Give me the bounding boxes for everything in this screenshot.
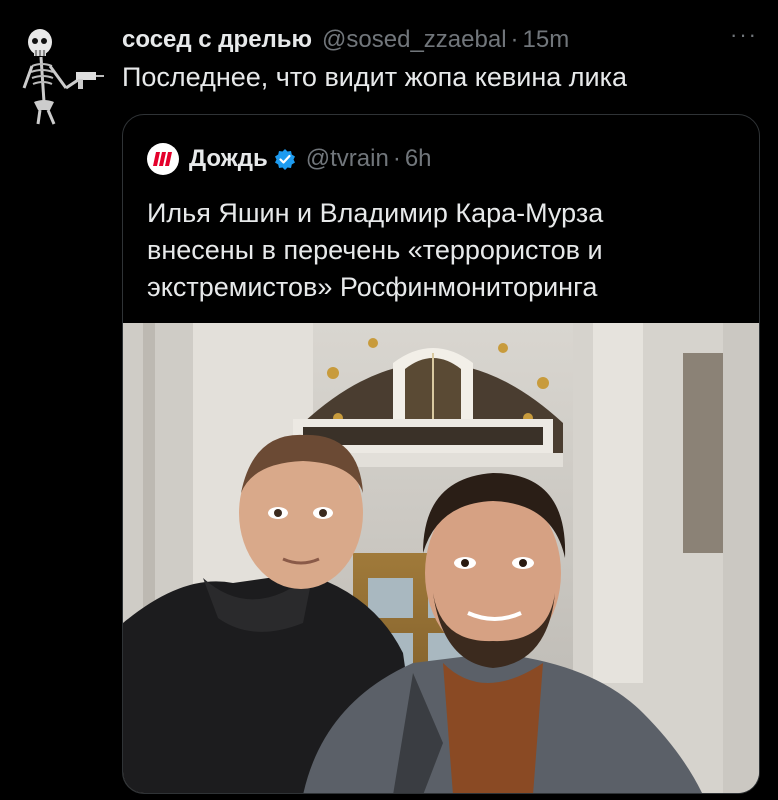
more-icon[interactable]: ··· xyxy=(730,22,758,48)
separator: · xyxy=(510,26,519,53)
quoted-tweet[interactable]: Дождь @tvrain · 6h Илья Яшин и Владимир … xyxy=(122,114,760,794)
quoted-display-name[interactable]: Дождь xyxy=(189,145,268,173)
quoted-tweet-photo[interactable] xyxy=(123,323,759,793)
skeleton-avatar-icon xyxy=(14,22,106,126)
quoted-text-line: Илья Яшин и Владимир Кара-Мурза xyxy=(147,198,604,228)
separator: · xyxy=(392,145,401,172)
tweet-header: сосед с дрелью @sosed_zzaebal · 15m ··· xyxy=(122,22,758,56)
quoted-tweet-text: Илья Яшин и Владимир Кара-Мурза внесены … xyxy=(147,195,737,306)
quoted-text-line: внесены в перечень «террористов и xyxy=(147,235,603,265)
timestamp[interactable]: 15m xyxy=(523,26,570,54)
tvrain-logo-icon[interactable] xyxy=(147,143,179,175)
tweet-text: Последнее, что видит жопа кевина лика xyxy=(122,62,628,92)
avatar[interactable] xyxy=(14,22,106,126)
quoted-tweet-header: Дождь @tvrain · 6h xyxy=(147,143,432,175)
tweet[interactable]: сосед с дрелью @sosed_zzaebal · 15m ··· … xyxy=(0,0,778,800)
quoted-handle[interactable]: @tvrain xyxy=(306,145,389,173)
quoted-timestamp[interactable]: 6h xyxy=(405,145,432,173)
quoted-text-line: экстремистов» Росфинмониторинга xyxy=(147,272,598,302)
handle[interactable]: @sosed_zzaebal xyxy=(322,26,506,54)
display-name[interactable]: сосед с дрелью xyxy=(122,26,312,54)
verified-badge-icon xyxy=(274,149,295,170)
